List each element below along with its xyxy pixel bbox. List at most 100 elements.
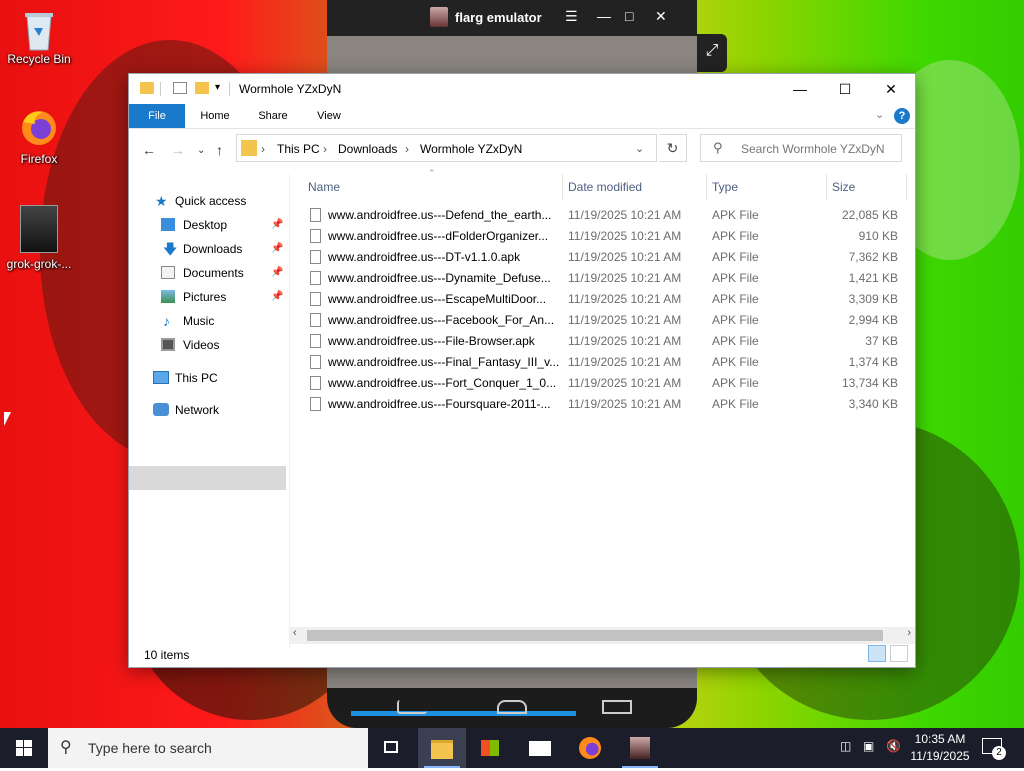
help-icon[interactable]: ? (894, 108, 910, 124)
file-name: www.androidfree.us---Final_Fantasy_III_v… (328, 355, 560, 369)
minimize-button[interactable]: — (777, 74, 823, 104)
column-header-type[interactable]: Type (712, 174, 738, 200)
table-row[interactable]: www.androidfree.us---Facebook_For_An... 1… (290, 310, 910, 331)
tab-share[interactable]: Share (253, 104, 293, 128)
image-file-icon (20, 205, 58, 253)
address-bar[interactable]: › This PC › Downloads › Wormhole YZxDyN … (236, 134, 657, 162)
column-header-name[interactable]: Name (308, 174, 340, 200)
emulator-titlebar[interactable]: flarg emulator ☰ — □ ✕ (327, 0, 697, 36)
horizontal-scrollbar[interactable]: ‹ › (289, 627, 915, 644)
taskbar-search-input[interactable]: Type here to search (88, 740, 212, 756)
nav-item-downloads[interactable]: 🡇 Downloads 📌 (161, 238, 286, 260)
file-type: APK File (712, 229, 759, 243)
breadcrumb-downloads[interactable]: Downloads (338, 142, 397, 156)
taskbar-file-explorer[interactable] (418, 728, 466, 768)
task-view-button[interactable] (368, 728, 416, 768)
star-icon: ★ (155, 193, 168, 209)
taskbar-mail[interactable] (516, 728, 564, 768)
pin-icon[interactable]: 📌 (271, 262, 283, 284)
details-view-button[interactable] (868, 645, 886, 662)
tab-file[interactable]: File (129, 104, 185, 128)
nav-item-pictures[interactable]: Pictures 📌 (161, 286, 286, 308)
taskbar-firefox[interactable] (566, 728, 614, 768)
search-input[interactable]: Search Wormhole YZxDyN (741, 142, 885, 156)
up-button[interactable]: ↑ (216, 142, 223, 158)
taskbar-search[interactable]: ⚲ Type here to search (48, 728, 368, 768)
address-dropdown-icon[interactable]: ⌄ (635, 142, 644, 155)
column-header-date[interactable]: Date modified (568, 174, 642, 200)
folder-icon (140, 82, 154, 94)
forward-button[interactable]: → (171, 142, 185, 158)
pin-icon[interactable]: 📌 (271, 214, 283, 236)
volume-muted-icon[interactable]: 🔇 (886, 739, 901, 753)
pictures-icon (161, 290, 175, 303)
file-size: 13,734 KB (841, 376, 898, 390)
large-icons-view-button[interactable] (890, 645, 908, 662)
refresh-button[interactable]: ↻ (659, 134, 687, 162)
tab-home[interactable]: Home (195, 104, 235, 128)
file-size: 1,374 KB (848, 355, 898, 369)
scroll-right-icon[interactable]: › (907, 627, 911, 639)
network-icon (153, 403, 169, 416)
table-row[interactable]: www.androidfree.us---Fort_Conquer_1_0...… (290, 373, 910, 394)
table-row[interactable]: www.androidfree.us---File-Browser.apk 11/… (290, 331, 910, 352)
file-type: APK File (712, 292, 759, 306)
table-row[interactable]: www.androidfree.us---Defend_the_earth...… (290, 205, 910, 226)
close-icon[interactable]: ✕ (655, 8, 667, 25)
android-home-icon[interactable] (497, 700, 527, 714)
firefox-icon (19, 108, 59, 148)
desktop-icon-recycle-bin[interactable]: Recycle Bin (1, 8, 77, 66)
start-button[interactable] (0, 728, 48, 768)
taskbar-store[interactable] (466, 728, 514, 768)
scrollbar-thumb[interactable] (307, 630, 883, 641)
file-type: APK File (712, 271, 759, 285)
breadcrumb-separator-icon: › (405, 142, 409, 156)
tab-view[interactable]: View (309, 104, 349, 128)
desktop-icon-firefox[interactable]: Firefox (1, 108, 77, 166)
back-button[interactable]: ← (142, 142, 156, 158)
quick-access-dropdown-icon[interactable]: ▾ (215, 82, 220, 93)
system-clock[interactable]: 10:35 AM 11/19/2025 (905, 731, 975, 765)
menu-icon[interactable]: ☰ (565, 8, 578, 25)
fullscreen-icon[interactable]: ⤢ (697, 34, 727, 72)
new-folder-icon[interactable] (195, 82, 209, 94)
table-row[interactable]: www.androidfree.us---DT-v1.1.0.apk 11/19/… (290, 247, 910, 268)
table-row[interactable]: www.androidfree.us---Dynamite_Defuse... 1… (290, 268, 910, 289)
ribbon: File Home Share View ⌄ ? (129, 104, 915, 129)
maximize-button[interactable]: ☐ (822, 74, 868, 104)
android-recents-icon[interactable] (602, 700, 632, 714)
file-name: www.androidfree.us---Foursquare-2011-... (328, 397, 551, 411)
breadcrumb-current-folder[interactable]: Wormhole YZxDyN (420, 142, 522, 156)
recycle-bin-icon (19, 8, 59, 51)
taskbar-emulator[interactable] (616, 728, 664, 768)
explorer-titlebar[interactable]: ▾ Wormhole YZxDyN — ☐ ✕ (129, 74, 915, 104)
android-back-icon[interactable] (397, 700, 427, 714)
nav-item-desktop[interactable]: Desktop 📌 (161, 214, 286, 236)
recent-locations-icon[interactable]: ⌄ (197, 145, 205, 156)
nav-item-documents[interactable]: Documents 📌 (161, 262, 286, 284)
network-tray-icon[interactable]: ▣ (863, 739, 874, 753)
meet-now-icon[interactable]: ◫ (840, 739, 851, 753)
search-box[interactable]: ⚲ Search Wormhole YZxDyN (700, 134, 902, 162)
file-explorer-window[interactable]: ▾ Wormhole YZxDyN — ☐ ✕ File Home Share … (129, 74, 915, 667)
table-row[interactable]: www.androidfree.us---Final_Fantasy_III_v… (290, 352, 910, 373)
file-date: 11/19/2025 10:21 AM (568, 208, 682, 222)
table-row[interactable]: www.androidfree.us---EscapeMultiDoor... 1… (290, 289, 910, 310)
column-header-size[interactable]: Size (832, 174, 855, 200)
file-size: 3,340 KB (848, 397, 898, 411)
expand-ribbon-icon[interactable]: ⌄ (875, 108, 884, 121)
breadcrumb-this-pc[interactable]: This PC (277, 142, 320, 156)
breadcrumb-separator-icon: › (261, 142, 265, 156)
desktop-icon-grok[interactable]: grok-grok-... (1, 205, 77, 271)
file-date: 11/19/2025 10:21 AM (568, 313, 682, 327)
maximize-icon[interactable]: □ (625, 8, 633, 24)
properties-icon[interactable] (173, 82, 187, 94)
videos-icon (161, 338, 175, 351)
table-row[interactable]: www.androidfree.us---Foursquare-2011-...… (290, 394, 910, 415)
table-row[interactable]: www.androidfree.us---dFolderOrganizer...… (290, 226, 910, 247)
close-button[interactable]: ✕ (868, 74, 914, 104)
minimize-icon[interactable]: — (597, 8, 611, 24)
pin-icon[interactable]: 📌 (271, 286, 283, 308)
scroll-left-icon[interactable]: ‹ (293, 627, 297, 639)
pin-icon[interactable]: 📌 (271, 238, 283, 260)
